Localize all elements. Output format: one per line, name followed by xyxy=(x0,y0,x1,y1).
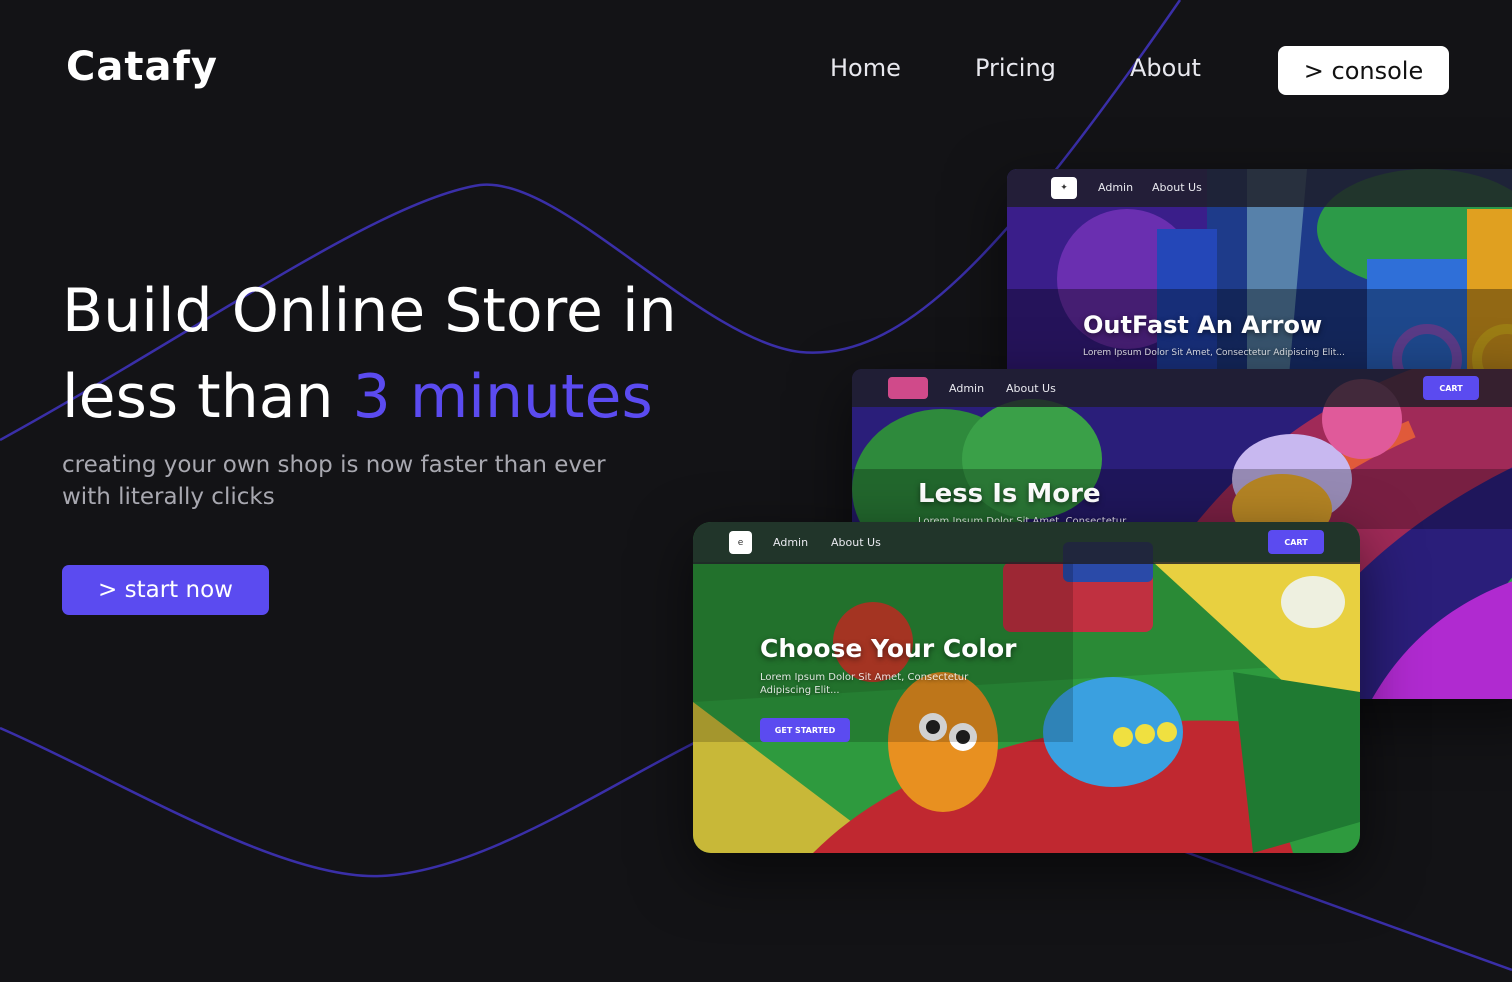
preview-heading: Choose Your Color xyxy=(760,634,1017,663)
hero-title-line1: Build Online Store in xyxy=(62,276,677,346)
hero-title-line2-prefix: less than xyxy=(62,362,353,432)
hero-subtitle: creating your own shop is now faster tha… xyxy=(62,452,606,510)
preview-logo-icon[interactable] xyxy=(888,377,928,399)
preview-navbar: Admin About Us CART xyxy=(852,369,1512,407)
console-button[interactable]: > console xyxy=(1278,46,1449,95)
nav-pricing[interactable]: Pricing xyxy=(975,54,1056,82)
preview-nav-about[interactable]: About Us xyxy=(831,536,881,549)
preview-nav-admin[interactable]: Admin xyxy=(773,536,808,549)
store-preview-choose-your-color: e Admin About Us CART Choose Your Color … xyxy=(693,522,1360,853)
catafy-logo[interactable]: Catafy xyxy=(66,44,218,90)
landing-page: Catafy Home Pricing About > console Buil… xyxy=(0,0,1512,982)
preview-description: Lorem Ipsum Dolor Sit Amet, Consectetur … xyxy=(1083,348,1345,358)
preview-nav-about[interactable]: About Us xyxy=(1152,181,1202,194)
preview-heading: OutFast An Arrow xyxy=(1083,311,1323,339)
preview-nav-admin[interactable]: Admin xyxy=(1098,181,1133,194)
preview-navbar: e Admin About Us CART xyxy=(693,522,1360,564)
nav-home[interactable]: Home xyxy=(830,54,901,82)
preview-heading: Less Is More xyxy=(918,479,1101,509)
preview-navbar: ✦ Admin About Us xyxy=(1007,169,1512,207)
logo-text: Catafy xyxy=(66,44,218,90)
preview-cart-button[interactable]: CART xyxy=(1268,530,1324,554)
nav-about[interactable]: About xyxy=(1130,54,1201,82)
preview-nav-about[interactable]: About Us xyxy=(1006,382,1056,395)
preview-cart-button[interactable]: CART xyxy=(1423,376,1479,400)
preview-nav-admin[interactable]: Admin xyxy=(949,382,984,395)
hero-title: Build Online Store in less than 3 minute… xyxy=(62,268,762,440)
preview-get-started-button[interactable]: GET STARTED xyxy=(760,718,850,742)
start-now-button[interactable]: > start now xyxy=(62,565,269,615)
preview-logo-icon[interactable]: ✦ xyxy=(1051,177,1077,199)
preview-description: Lorem Ipsum Dolor Sit Amet, Consectetur … xyxy=(760,672,969,696)
preview-logo-icon[interactable]: e xyxy=(729,531,752,554)
hero-title-accent: 3 minutes xyxy=(352,362,653,432)
store-preview-outfast: ✦ Admin About Us OutFast An Arrow Lorem … xyxy=(1007,169,1512,399)
